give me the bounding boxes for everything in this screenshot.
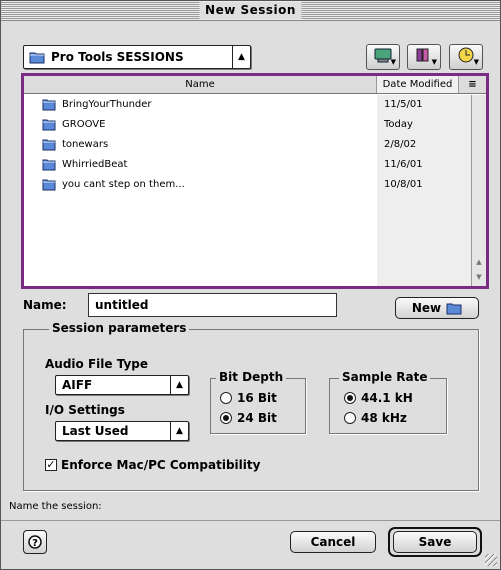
compatibility-label: Enforce Mac/PC Compatibility xyxy=(61,458,261,472)
chevron-down-icon: ▼ xyxy=(431,58,437,66)
compatibility-checkbox[interactable]: ✓ Enforce Mac/PC Compatibility xyxy=(45,458,260,472)
desktop-button[interactable]: ▼ xyxy=(366,44,400,70)
svg-text:?: ? xyxy=(32,538,38,549)
folder-icon xyxy=(42,118,56,134)
file-row[interactable]: GROOVE Today xyxy=(24,115,471,135)
file-row[interactable]: tonewars 2/8/02 xyxy=(24,135,471,155)
sample-rate-group xyxy=(329,378,447,434)
status-divider xyxy=(1,520,500,521)
folder-icon xyxy=(42,98,56,114)
radio-16-bit[interactable]: 16 Bit xyxy=(220,391,277,405)
radio-44-1-khz[interactable]: 44.1 kH xyxy=(344,391,413,405)
scroll-up-icon[interactable]: ▲ xyxy=(472,255,486,269)
folder-icon xyxy=(42,178,56,194)
radio-48-khz[interactable]: 48 kHz xyxy=(344,411,407,425)
io-settings-label: I/O Settings xyxy=(45,403,125,417)
bit-depth-title: Bit Depth xyxy=(216,370,287,384)
sort-order-button[interactable]: ≡ xyxy=(459,76,486,93)
file-date: 11/5/01 xyxy=(384,99,423,110)
audio-file-type-value: AIFF xyxy=(62,378,93,392)
file-date: 2/8/02 xyxy=(384,139,417,150)
new-folder-button[interactable]: New xyxy=(395,297,479,319)
radio-circle-selected xyxy=(344,392,356,404)
window-title: New Session xyxy=(199,2,302,19)
file-row[interactable]: you cant step on them... 10/8/01 xyxy=(24,175,471,195)
file-row[interactable]: WhirriedBeat 11/6/01 xyxy=(24,155,471,175)
radio-44-1-khz-label: 44.1 kH xyxy=(361,391,413,405)
file-date: 11/6/01 xyxy=(384,159,423,170)
io-settings-popup[interactable]: Last Used ▲ xyxy=(55,421,189,441)
location-label: Pro Tools SESSIONS xyxy=(51,50,184,64)
radio-circle xyxy=(344,412,356,424)
scroll-down-icon[interactable]: ▼ xyxy=(472,270,486,284)
checkmark-icon: ✓ xyxy=(45,458,57,471)
file-list[interactable]: Name Date Modified ≡ BringYourThunder 11/… xyxy=(21,73,489,289)
folder-icon xyxy=(42,158,56,174)
folder-icon xyxy=(42,138,56,154)
file-list-header: Name Date Modified ≡ xyxy=(24,76,486,94)
chevron-updown-icon: ▲ xyxy=(232,46,250,68)
location-popup[interactable]: Pro Tools SESSIONS ▲ xyxy=(23,45,251,69)
audio-file-type-popup[interactable]: AIFF ▲ xyxy=(55,375,189,395)
sort-icon: ≡ xyxy=(468,79,477,90)
file-name: tonewars xyxy=(62,139,109,150)
help-button[interactable]: ? xyxy=(23,530,47,554)
shortcuts-icon xyxy=(415,47,433,67)
folder-icon xyxy=(24,50,45,64)
radio-48-khz-label: 48 kHz xyxy=(361,411,407,425)
column-header-name[interactable]: Name xyxy=(24,76,377,93)
radio-24-bit[interactable]: 24 Bit xyxy=(220,411,277,425)
file-name: WhirriedBeat xyxy=(62,159,128,170)
resize-grip-icon[interactable] xyxy=(485,554,497,566)
recent-button[interactable]: ▼ xyxy=(449,44,483,70)
file-row[interactable]: BringYourThunder 11/5/01 xyxy=(24,95,471,115)
chevron-down-icon: ▼ xyxy=(390,58,396,66)
name-label: Name: xyxy=(23,298,67,312)
status-text: Name the session: xyxy=(9,501,102,512)
desktop-icon xyxy=(374,47,392,67)
radio-circle xyxy=(220,392,232,404)
chevron-updown-icon: ▲ xyxy=(170,376,188,394)
title-bar[interactable]: New Session xyxy=(1,1,500,21)
radio-16-bit-label: 16 Bit xyxy=(237,391,277,405)
clock-icon xyxy=(457,46,475,68)
new-folder-label: New xyxy=(411,301,442,315)
radio-24-bit-label: 24 Bit xyxy=(237,411,277,425)
folder-icon xyxy=(446,301,462,315)
file-name: you cant step on them... xyxy=(62,179,185,190)
sample-rate-title: Sample Rate xyxy=(339,370,431,384)
file-name: GROOVE xyxy=(62,119,106,130)
save-button[interactable]: Save xyxy=(393,531,477,553)
new-session-dialog: New Session Pro Tools SESSIONS ▲ ▼ ▼ ▼ N… xyxy=(0,0,501,570)
bit-depth-group xyxy=(210,378,306,434)
file-date: Today xyxy=(384,119,413,130)
session-parameters-title: Session parameters xyxy=(49,321,190,335)
vertical-scrollbar[interactable]: ▲ ▼ xyxy=(471,95,486,286)
file-rows: BringYourThunder 11/5/01 GROOVE Today tonewa… xyxy=(24,95,471,195)
chevron-updown-icon: ▲ xyxy=(170,422,188,440)
file-name: BringYourThunder xyxy=(62,99,152,110)
chevron-down-icon: ▼ xyxy=(473,58,479,66)
audio-file-type-label: Audio File Type xyxy=(45,357,149,371)
column-header-date-modified[interactable]: Date Modified xyxy=(377,76,459,93)
help-icon: ? xyxy=(28,535,42,549)
io-settings-value: Last Used xyxy=(62,424,129,438)
radio-circle-selected xyxy=(220,412,232,424)
shortcuts-button[interactable]: ▼ xyxy=(407,44,441,70)
session-name-field[interactable]: untitled xyxy=(88,293,337,317)
cancel-button[interactable]: Cancel xyxy=(290,531,376,553)
file-date: 10/8/01 xyxy=(384,179,423,190)
